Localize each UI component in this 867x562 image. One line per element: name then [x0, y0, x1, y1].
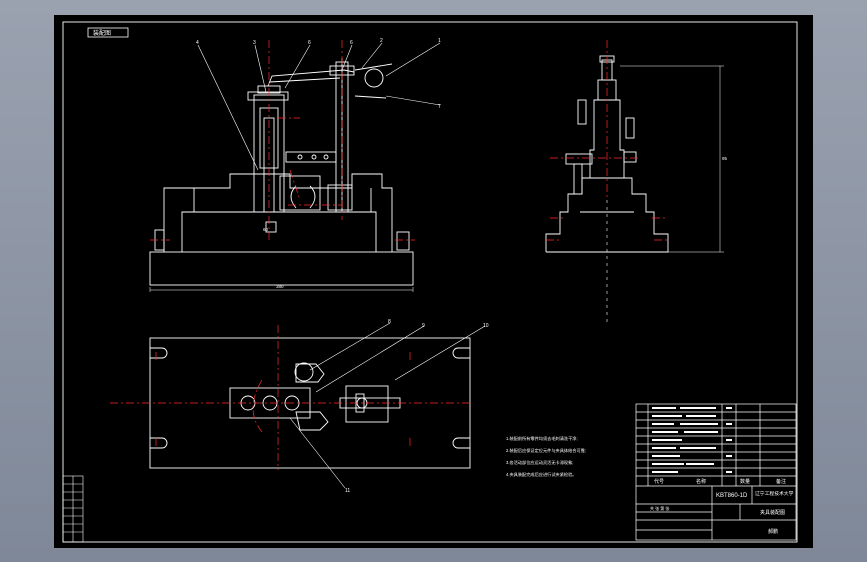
part-number: 4 [196, 40, 199, 46]
header-code: 代号 [654, 478, 664, 485]
note-line: 4.夹具装配完成后应进行试夹紧检验。 [506, 471, 577, 478]
part-number: 6 [350, 40, 353, 46]
note-line: 2.装配后应保证定位元件与夹具体结合可靠; [506, 447, 586, 454]
side-height-dimension: 95 [722, 156, 728, 161]
base-width-dimension: 380 [276, 284, 284, 289]
author-name: 郝鹏 [768, 528, 778, 535]
part-number: 1 [438, 38, 441, 44]
part-number: 10 [483, 323, 489, 329]
part-number: 2 [380, 38, 383, 44]
part-number: 8 [388, 319, 391, 325]
part-number: 6 [308, 40, 311, 46]
part-number: 3 [253, 40, 256, 46]
plan-width-dimension: 60 [263, 227, 269, 232]
cad-viewport: 装配图 4 3 6 6 2 1 7 380 60 95 8 9 10 11 1.… [0, 0, 867, 562]
drawing-number: KBT860-1D [716, 493, 748, 499]
header-name: 名称 [696, 478, 706, 485]
header-remark: 备注 [776, 478, 786, 485]
part-number: 11 [345, 488, 350, 494]
note-line: 3.各活动部位应运动灵活无卡滞现象; [506, 459, 573, 466]
assembly-drawing: 装配图 4 3 6 6 2 1 7 380 60 95 8 9 10 11 1.… [54, 15, 813, 548]
drawing-title: 夹具装配图 [760, 509, 785, 516]
sheet-info: 共 张 第 张 [650, 505, 669, 511]
header-qty: 数量 [740, 478, 750, 485]
school-name: 辽宁工程技术大学 [755, 490, 794, 497]
part-number: 9 [422, 323, 425, 329]
part-number: 7 [438, 104, 441, 110]
note-line: 1.装配前所有零件均须去毛刺清洗干净; [506, 435, 578, 442]
corner-label: 装配图 [93, 29, 111, 37]
